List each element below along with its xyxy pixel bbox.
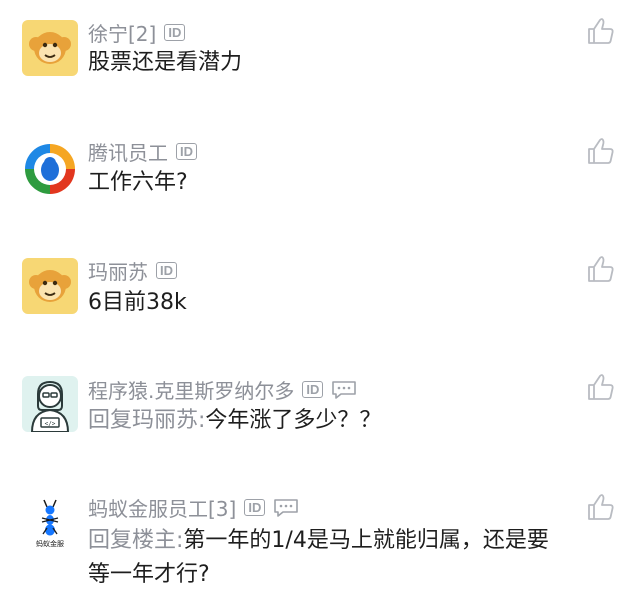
- monkey-avatar-icon[interactable]: [22, 258, 78, 314]
- comment-username[interactable]: 徐宁[2] ID: [88, 18, 186, 47]
- ant-financial-avatar-icon[interactable]: 蚂蚁金服: [22, 494, 78, 550]
- avatar-label: 蚂蚁金服: [36, 539, 64, 548]
- comment-username[interactable]: 程序猿.克里斯罗纳尔多 ID: [88, 375, 357, 404]
- comment-username[interactable]: 腾讯员工 ID: [88, 137, 197, 166]
- thumbs-up-icon[interactable]: [586, 16, 616, 46]
- id-badge: ID: [244, 499, 266, 516]
- username-text[interactable]: 徐宁[2]: [88, 18, 156, 47]
- chat-bubble-icon[interactable]: [331, 380, 357, 400]
- comment-text: 回复玛丽苏:今年涨了多少？？: [88, 404, 568, 438]
- reply-prefix[interactable]: 回复楼主:: [88, 528, 183, 553]
- username-text[interactable]: 程序猿.克里斯罗纳尔多: [88, 375, 294, 404]
- id-badge: ID: [164, 24, 186, 41]
- thumbs-up-icon[interactable]: [586, 254, 616, 284]
- tencent-logo-avatar-icon[interactable]: [22, 141, 78, 197]
- comment-text: 6目前38k: [88, 290, 187, 315]
- username-text[interactable]: 蚂蚁金服员工[3]: [88, 493, 236, 522]
- id-badge: ID: [302, 381, 324, 398]
- thumbs-up-icon[interactable]: [586, 136, 616, 166]
- comment-username[interactable]: 蚂蚁金服员工[3] ID: [88, 493, 299, 522]
- reply-text: 今年涨了多少？？: [205, 408, 382, 433]
- comment-text: 回复楼主:第一年的1/4是马上就能归属，还是要等一年才行?: [88, 524, 558, 592]
- svg-text:</>: </>: [45, 421, 56, 428]
- comment-text: 工作六年?: [88, 170, 188, 195]
- thumbs-up-icon[interactable]: [586, 372, 616, 402]
- thumbs-up-icon[interactable]: [586, 492, 616, 522]
- username-text[interactable]: 腾讯员工: [88, 137, 168, 166]
- monkey-avatar-icon[interactable]: [22, 20, 78, 76]
- comment-username[interactable]: 玛丽苏 ID: [88, 256, 177, 285]
- id-badge: ID: [156, 262, 177, 279]
- reply-prefix[interactable]: 回复玛丽苏:: [88, 408, 205, 433]
- chat-bubble-icon[interactable]: [273, 498, 299, 518]
- username-text[interactable]: 玛丽苏: [88, 256, 148, 285]
- id-badge: ID: [176, 143, 197, 160]
- comment-text: 股票还是看潜力: [88, 50, 243, 75]
- programmer-avatar-icon[interactable]: </>: [22, 376, 78, 432]
